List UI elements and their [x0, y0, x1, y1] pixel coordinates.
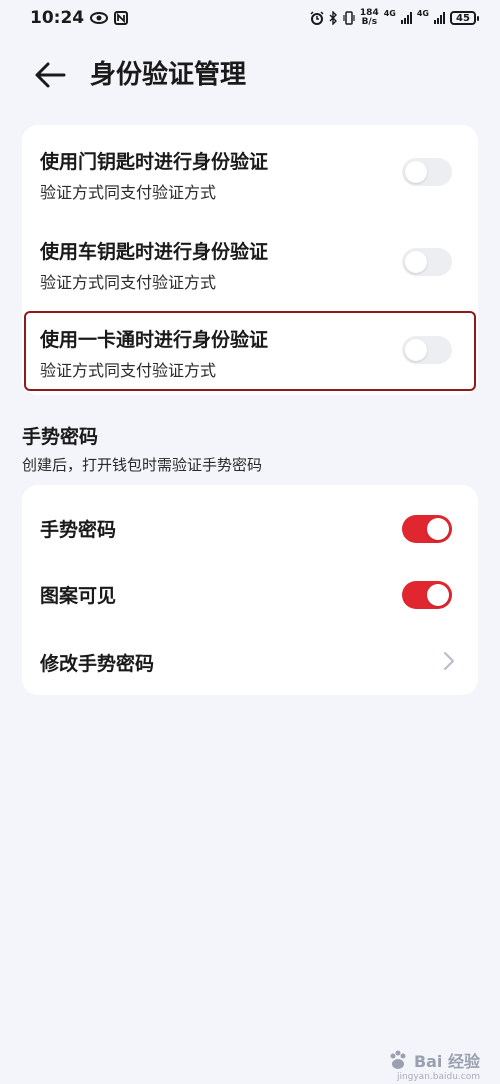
- setting-title: 使用一卡通时进行身份验证: [40, 329, 269, 351]
- setting-row-gesture-password[interactable]: 手势密码: [22, 491, 478, 559]
- watermark-text: Bai 经验: [413, 1052, 480, 1071]
- vibrate-icon: [343, 11, 355, 25]
- status-left: 10:24: [30, 8, 129, 28]
- transit-card-auth-toggle[interactable]: [402, 336, 452, 364]
- network-speed: 184 B/s: [360, 9, 379, 27]
- network-type-1: 4G: [383, 9, 396, 18]
- chevron-right-icon: [444, 652, 454, 670]
- battery-level: 45: [456, 12, 470, 24]
- status-bar: 10:24 184 B/s 4G 4G 45: [0, 0, 500, 36]
- setting-row-pattern-visible[interactable]: 图案可见: [22, 559, 478, 627]
- signal-icon-2: [434, 12, 445, 24]
- signal-icon-1: [400, 12, 412, 24]
- status-time: 10:24: [30, 8, 85, 28]
- toggle-knob: [405, 339, 427, 361]
- toggle-knob: [427, 584, 449, 606]
- back-arrow-icon: [35, 62, 66, 88]
- back-button[interactable]: [32, 60, 68, 90]
- section-subtitle: 创建后，打开钱包时需验证手势密码: [22, 456, 263, 474]
- toggle-knob: [405, 161, 427, 183]
- toggle-knob: [405, 251, 427, 273]
- setting-title: 使用车钥匙时进行身份验证: [40, 241, 269, 263]
- paw-logo-icon: [390, 1050, 406, 1069]
- setting-title: 修改手势密码: [40, 653, 155, 675]
- alarm-icon: [310, 11, 324, 25]
- door-key-auth-toggle[interactable]: [402, 158, 452, 186]
- setting-row-car-key[interactable]: 使用车钥匙时进行身份验证 验证方式同支付验证方式: [22, 215, 478, 305]
- gesture-settings-card: 手势密码 图案可见 修改手势密码: [22, 485, 478, 695]
- setting-subtitle: 验证方式同支付验证方式: [40, 273, 217, 292]
- gesture-password-toggle[interactable]: [402, 515, 452, 543]
- car-key-auth-toggle[interactable]: [402, 248, 452, 276]
- battery-icon: 45: [450, 11, 479, 25]
- watermark-url: jingyan.baidu.com: [396, 1072, 480, 1082]
- bluetooth-icon: [329, 11, 337, 25]
- section-title: 手势密码: [22, 426, 99, 448]
- status-right: 184 B/s 4G 4G 45: [310, 9, 479, 27]
- setting-title: 手势密码: [40, 519, 117, 541]
- eye-icon: [90, 12, 109, 24]
- setting-title: 使用门钥匙时进行身份验证: [40, 151, 269, 173]
- network-type-2: 4G: [416, 9, 429, 18]
- setting-subtitle: 验证方式同支付验证方式: [40, 361, 217, 380]
- pattern-visible-toggle[interactable]: [402, 581, 452, 609]
- network-speed-unit: B/s: [361, 17, 378, 27]
- top-bar: 身份验证管理: [0, 50, 500, 100]
- setting-row-door-key[interactable]: 使用门钥匙时进行身份验证 验证方式同支付验证方式: [22, 125, 478, 215]
- setting-title: 图案可见: [40, 585, 117, 607]
- auth-settings-card: 使用门钥匙时进行身份验证 验证方式同支付验证方式 使用车钥匙时进行身份验证 验证…: [22, 125, 478, 395]
- page-title: 身份验证管理: [90, 60, 247, 90]
- toggle-knob: [427, 518, 449, 540]
- setting-subtitle: 验证方式同支付验证方式: [40, 183, 217, 202]
- nfc-icon: [114, 11, 129, 25]
- setting-row-transit-card[interactable]: 使用一卡通时进行身份验证 验证方式同支付验证方式: [22, 305, 478, 395]
- setting-row-change-gesture-password[interactable]: 修改手势密码: [22, 627, 478, 695]
- baidu-jingyan-watermark: Bai 经验 jingyan.baidu.com: [388, 1048, 480, 1082]
